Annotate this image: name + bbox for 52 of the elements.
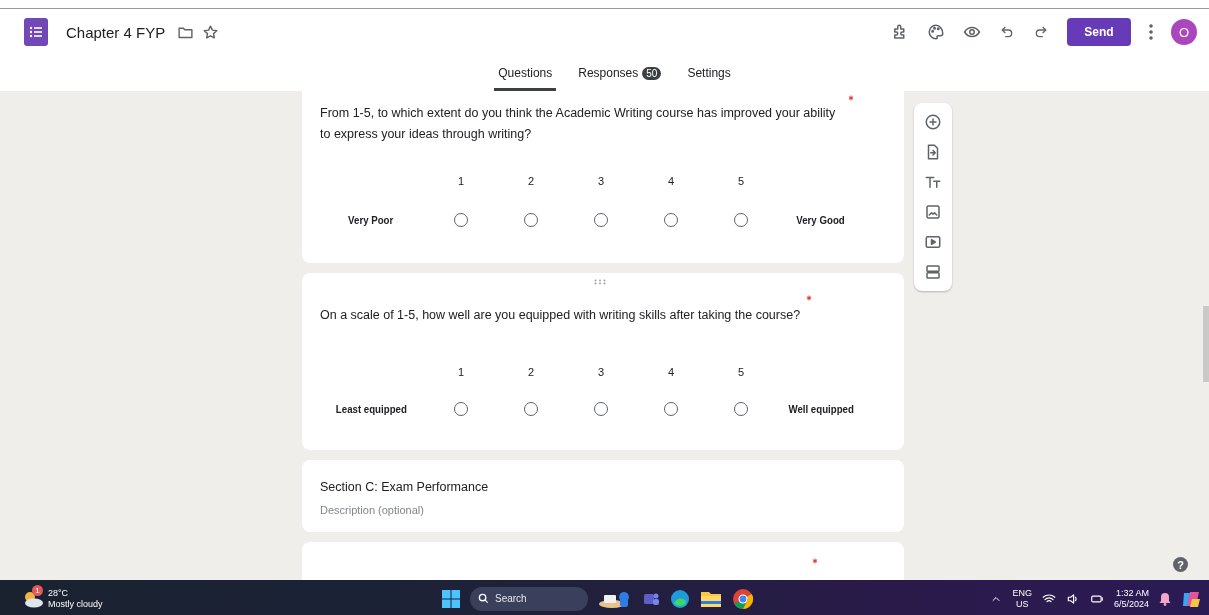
scale-number: 1 bbox=[457, 175, 465, 187]
scale-number: 5 bbox=[737, 366, 745, 378]
question-text: On a scale of 1-5, how well are you equipped with writing skills after taking the course? bbox=[320, 307, 802, 324]
scale-low-label: Least equipped bbox=[335, 403, 407, 415]
scale-high-label: Very Good bbox=[796, 214, 846, 226]
scale-number: 2 bbox=[527, 366, 535, 378]
section-title[interactable]: Section C: Exam Performance bbox=[320, 480, 880, 494]
chrome-icon[interactable] bbox=[732, 587, 754, 610]
tab[interactable]: Settings bbox=[683, 58, 735, 91]
drag-handle-icon[interactable] bbox=[594, 279, 606, 285]
count-badge: 50 bbox=[642, 66, 662, 80]
scale-number: 5 bbox=[737, 175, 745, 187]
star-icon[interactable] bbox=[202, 23, 220, 41]
forms-logo-icon[interactable] bbox=[24, 18, 48, 46]
region-indicator[interactable]: US bbox=[1012, 598, 1032, 610]
add-circle-icon[interactable] bbox=[924, 113, 942, 131]
temperature[interactable]: 28°C bbox=[48, 587, 103, 599]
description-field[interactable]: Description (optional) bbox=[320, 504, 880, 516]
windows-start-icon[interactable] bbox=[442, 589, 460, 608]
bell-icon[interactable] bbox=[1159, 591, 1171, 606]
notification-badge: 1 bbox=[32, 584, 43, 596]
clock-date[interactable]: 6/5/2024 bbox=[1113, 598, 1149, 610]
language-indicator[interactable]: ENG bbox=[1012, 587, 1032, 599]
video-icon[interactable] bbox=[924, 233, 942, 251]
scale-number: 4 bbox=[667, 175, 675, 187]
weather-text[interactable]: Mostly cloudy bbox=[48, 598, 103, 610]
scale-number: 3 bbox=[597, 175, 605, 187]
account-avatar[interactable]: O bbox=[1171, 19, 1197, 45]
more-options-icon[interactable] bbox=[1149, 24, 1153, 40]
scale-high-label: Well equipped bbox=[788, 403, 854, 415]
clock-time[interactable]: 1:32 AM bbox=[1113, 587, 1149, 599]
volume-icon[interactable] bbox=[1065, 591, 1080, 606]
help-button[interactable]: ? bbox=[1173, 557, 1188, 572]
redo-icon[interactable] bbox=[1033, 24, 1049, 40]
document-title[interactable]: Chapter 4 FYP bbox=[66, 23, 166, 41]
palette-icon[interactable] bbox=[927, 23, 945, 41]
scale-low-label: Very Poor bbox=[348, 214, 394, 226]
section-icon[interactable] bbox=[924, 263, 942, 281]
question-text: From 1-5, to which extent do you think the Academic Writing course has improved your ability to express your ideas through writing? bbox=[320, 105, 837, 143]
send-button[interactable]: Send bbox=[1067, 18, 1131, 46]
scale-number: 4 bbox=[667, 366, 675, 378]
undo-icon[interactable] bbox=[999, 24, 1015, 40]
scale-number: 3 bbox=[597, 366, 605, 378]
edge-icon[interactable] bbox=[670, 588, 690, 609]
search-icon bbox=[478, 593, 489, 604]
folder-icon[interactable] bbox=[700, 589, 722, 608]
scale-number: 1 bbox=[457, 366, 465, 378]
tab[interactable]: Responses 50 bbox=[574, 58, 666, 91]
scrollbar[interactable] bbox=[1203, 306, 1209, 382]
image-icon[interactable] bbox=[924, 203, 942, 221]
scale-number: 2 bbox=[527, 175, 535, 187]
taskbar-search[interactable]: Search bbox=[470, 586, 588, 611]
